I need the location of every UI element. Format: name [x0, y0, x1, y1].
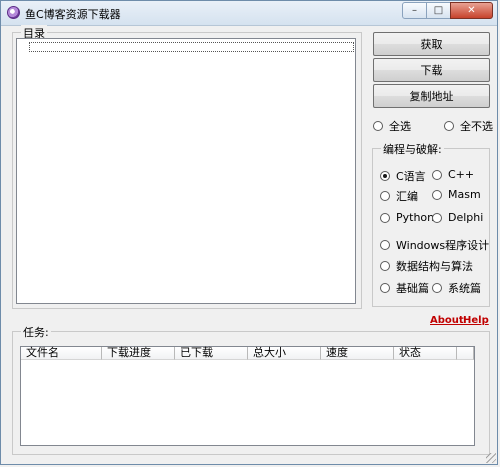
- task-list-header: 文件名 下载进度 已下载 总大小 速度 状态: [21, 347, 474, 360]
- column-header-status[interactable]: 状态: [394, 347, 457, 360]
- option-system[interactable]: 系统篇: [432, 280, 481, 296]
- window-controls: – □ ✕: [402, 2, 493, 19]
- option-label: Python: [396, 211, 435, 224]
- radio-dot: [380, 283, 390, 293]
- radio-dot: [380, 171, 390, 181]
- option-assembly[interactable]: 汇编: [380, 188, 418, 204]
- radio-dot: [380, 212, 390, 223]
- fetch-button-label: 获取: [420, 38, 443, 51]
- category-group-label: 编程与破解:: [381, 141, 444, 157]
- task-list[interactable]: 文件名 下载进度 已下载 总大小 速度 状态: [20, 346, 475, 446]
- option-label: 数据结构与算法: [396, 260, 473, 273]
- download-button-label: 下载: [420, 64, 443, 77]
- select-all-radio[interactable]: 全选: [373, 118, 411, 134]
- option-masm[interactable]: Masm: [432, 188, 481, 201]
- title-bar[interactable]: 鱼C博客资源下载器 – □ ✕: [1, 1, 497, 26]
- minimize-icon: –: [412, 5, 417, 16]
- window-title: 鱼C博客资源下载器: [25, 8, 121, 21]
- option-delphi[interactable]: Delphi: [432, 211, 483, 224]
- download-button[interactable]: 下载: [373, 58, 490, 82]
- minimize-button[interactable]: –: [402, 2, 427, 19]
- option-label: C++: [448, 168, 475, 181]
- maximize-button[interactable]: □: [426, 2, 451, 19]
- select-none-radio[interactable]: 全不选: [444, 118, 493, 134]
- option-label: Delphi: [448, 211, 484, 224]
- option-label: Windows程序设计: [396, 239, 490, 252]
- main-window: 鱼C博客资源下载器 – □ ✕ 目录 获取 下载 复制地址 全选 全不选 编程与…: [0, 0, 498, 465]
- directory-tree[interactable]: [16, 38, 356, 304]
- column-header-filename[interactable]: 文件名: [21, 347, 102, 360]
- radio-dot: [432, 283, 442, 293]
- fetch-button[interactable]: 获取: [373, 32, 490, 56]
- radio-dot: [380, 191, 390, 201]
- tree-focus-item[interactable]: [29, 42, 354, 52]
- copy-url-button[interactable]: 复制地址: [373, 84, 490, 108]
- option-cpp[interactable]: C++: [432, 168, 474, 181]
- app-icon: [7, 6, 20, 19]
- copy-url-button-label: 复制地址: [409, 90, 454, 103]
- radio-dot: [380, 240, 390, 250]
- option-label: 汇编: [396, 190, 418, 203]
- column-header-filler: [457, 347, 474, 360]
- resize-grip[interactable]: [486, 453, 496, 463]
- option-label: C语言: [396, 170, 426, 183]
- maximize-icon: □: [433, 5, 444, 16]
- help-link[interactable]: Help: [463, 315, 489, 326]
- option-basics[interactable]: 基础篇: [380, 280, 429, 296]
- option-label: 基础篇: [396, 282, 429, 295]
- radio-dot: [373, 121, 383, 131]
- option-label: 系统篇: [448, 282, 481, 295]
- option-windows-programming[interactable]: Windows程序设计: [380, 237, 489, 253]
- tasks-label: 任务:: [21, 324, 51, 340]
- about-link[interactable]: About: [430, 315, 464, 326]
- option-label: Masm: [448, 188, 481, 201]
- select-none-label: 全不选: [460, 120, 493, 133]
- radio-dot: [444, 121, 454, 131]
- radio-dot: [432, 212, 442, 223]
- radio-dot: [432, 189, 442, 200]
- option-data-structures[interactable]: 数据结构与算法: [380, 258, 473, 274]
- column-header-speed[interactable]: 速度: [321, 347, 394, 360]
- close-button[interactable]: ✕: [450, 2, 493, 19]
- column-header-total-size[interactable]: 总大小: [248, 347, 321, 360]
- radio-dot: [432, 169, 442, 180]
- option-c-language[interactable]: C语言: [380, 168, 426, 184]
- radio-dot: [380, 261, 390, 271]
- option-python[interactable]: Python: [380, 211, 434, 224]
- select-all-label: 全选: [389, 120, 411, 133]
- column-header-downloaded[interactable]: 已下载: [175, 347, 248, 360]
- column-header-progress[interactable]: 下载进度: [102, 347, 175, 360]
- close-icon: ✕: [467, 5, 476, 16]
